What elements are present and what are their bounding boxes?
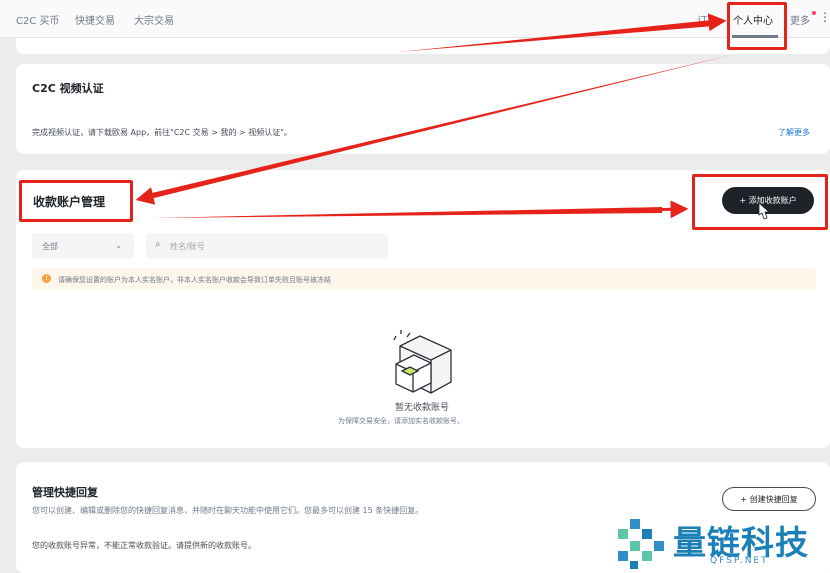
empty-drawer-icon	[393, 330, 452, 394]
annotation-box-personal-center	[727, 2, 787, 50]
quick-reply-desc: 您可以创建、编辑或删除您的快捷回复消息，并随时在聊天功能中使用它们。您最多可以创…	[32, 506, 424, 515]
annotation-box-account-title	[19, 180, 133, 222]
create-quick-reply-button[interactable]: + 创建快捷回复	[722, 487, 816, 511]
watermark-logo-icon	[618, 519, 664, 569]
annotation-box-add-button	[692, 174, 828, 230]
quick-reply-note: 您的收款账号异常，不能正常收款验证。请提供新的收款账号。	[32, 541, 256, 550]
watermark-sub: QFSP.NET	[710, 556, 769, 566]
watermark: 量链科技 QFSP.NET	[610, 512, 830, 573]
empty-state-subtitle: 为保障交易安全，请添加实名收款账号。	[338, 417, 464, 425]
quick-reply-title: 管理快捷回复	[32, 486, 98, 499]
empty-state-title: 暂无收款账号	[395, 403, 450, 413]
